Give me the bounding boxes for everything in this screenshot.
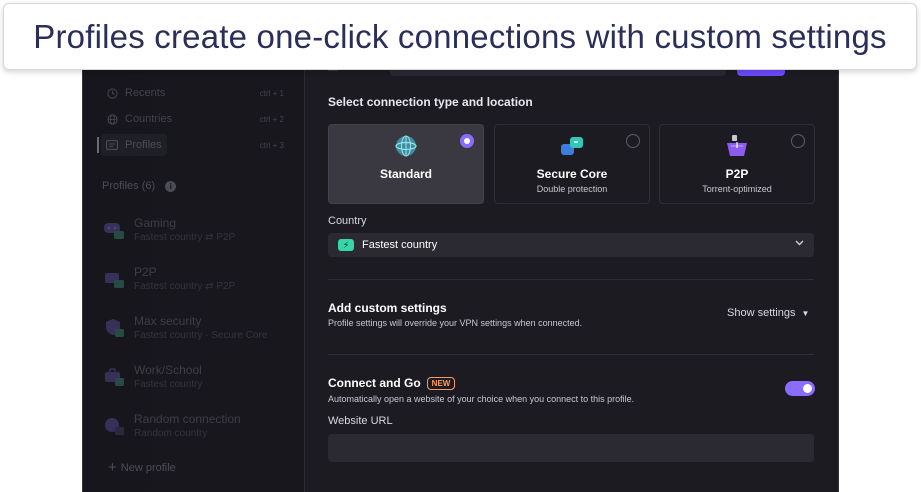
lightning-icon: ⚡: [338, 239, 354, 251]
toggle-knob: [803, 384, 812, 393]
app-window: Recents ctrl + 1 Countries ctrl + 2 Prof…: [82, 66, 839, 492]
card-title: P2P: [725, 167, 749, 181]
globe-icon: [393, 134, 419, 158]
new-badge: NEW: [426, 376, 456, 390]
website-url-input[interactable]: [328, 434, 814, 462]
sidebar: Recents ctrl + 1 Countries ctrl + 2 Prof…: [83, 66, 305, 492]
caption-text: Profiles create one-click connections wi…: [33, 17, 887, 55]
divider: [328, 279, 814, 280]
advanced-settings-subtitle: Profile settings will override your VPN …: [328, 318, 583, 328]
card-standard[interactable]: Standard: [328, 124, 484, 204]
p2p-basket-icon: [724, 134, 750, 158]
caret-down-icon: ▼: [801, 308, 810, 318]
card-subtitle: Torrent-optimized: [702, 184, 772, 194]
profile-editor: Select connection type and location Stan…: [306, 66, 838, 492]
connect-and-go-title: Connect and Go NEW: [328, 376, 456, 390]
card-title: Standard: [379, 167, 432, 181]
connect-and-go-subtitle: Automatically open a website of your cho…: [328, 394, 635, 404]
card-secure-core[interactable]: Secure Core Double protection: [494, 124, 650, 204]
show-settings-label: Show settings: [727, 307, 796, 319]
country-select-value: Fastest country: [362, 239, 438, 251]
card-p2p[interactable]: P2P Torrent-optimized: [659, 124, 815, 204]
advanced-settings-title: Add custom settings: [328, 301, 447, 315]
card-subtitle: Double protection: [536, 184, 608, 194]
website-url-label: Website URL: [328, 415, 393, 427]
radio-unselected[interactable]: [791, 134, 805, 148]
card-title: Secure Core: [536, 167, 608, 181]
country-select[interactable]: ⚡ Fastest country: [328, 233, 814, 257]
divider: [328, 354, 814, 355]
radio-unselected[interactable]: [626, 134, 640, 148]
chevron-down-icon: [795, 238, 804, 249]
country-label: Country: [328, 215, 367, 227]
radio-selected[interactable]: [460, 134, 474, 148]
connect-and-go-label: Connect and Go: [328, 376, 421, 390]
secure-core-icon: [559, 134, 585, 158]
section-title: Select connection type and location: [328, 95, 533, 109]
caption-banner: Profiles create one-click connections wi…: [3, 3, 917, 70]
sidebar-dim-overlay: [83, 66, 304, 492]
show-settings-button[interactable]: Show settings ▼: [727, 307, 809, 319]
connect-and-go-toggle[interactable]: [785, 381, 815, 396]
